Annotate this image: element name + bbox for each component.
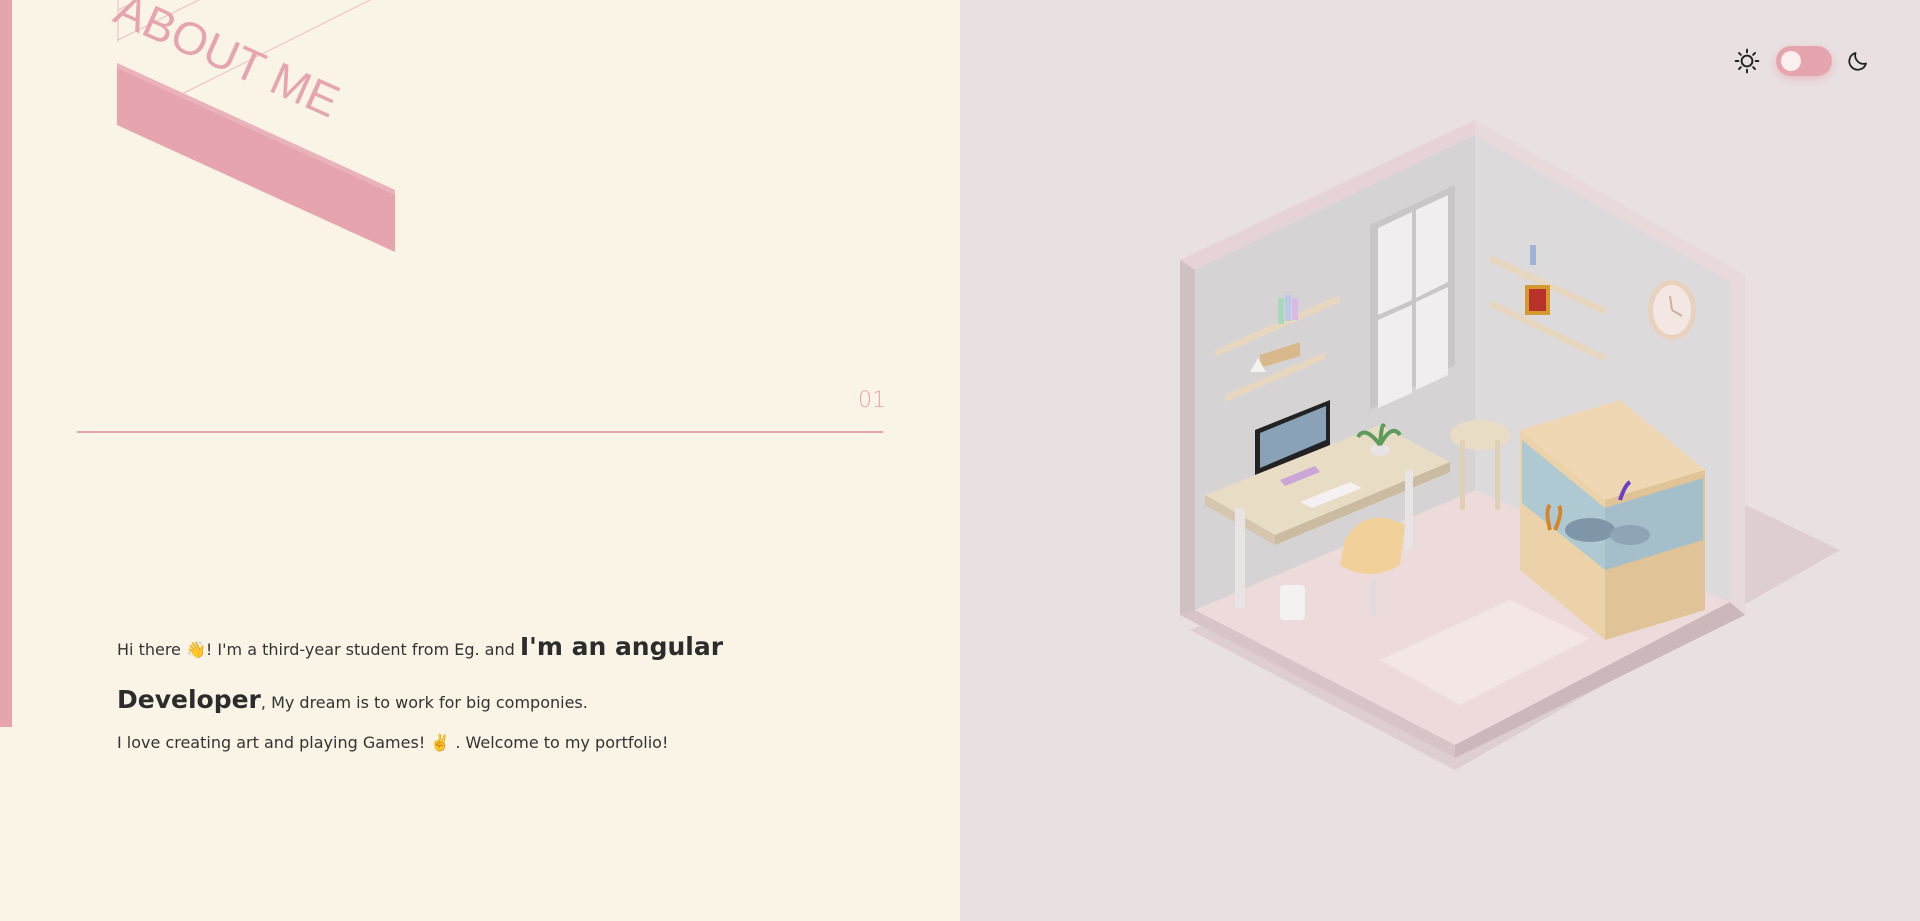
theme-switch[interactable] (1776, 46, 1832, 76)
intro-highlight-2: Developer (117, 685, 261, 714)
intro-line-2: I love creating art and playing Games! ✌… (117, 733, 669, 752)
about-heading-graphic: ABOUT ME (107, 0, 395, 252)
sun-icon[interactable] (1734, 48, 1760, 74)
theme-switch-knob (1781, 51, 1801, 71)
intro-text-2: , My dream is to work for big componies. (260, 693, 588, 712)
moon-icon[interactable] (1846, 49, 1870, 73)
section-divider (77, 431, 883, 433)
theme-toggle (1734, 46, 1874, 76)
section-number: 01 (858, 388, 886, 413)
intro-text: Hi there 👋! I'm a third-year student fro… (117, 640, 520, 659)
isometric-room-illustration (1180, 120, 1840, 770)
about-panel: ABOUT ME 01 Hi there 👋! I'm a third-year… (0, 0, 960, 921)
intro-paragraph: Hi there 👋! I'm a third-year student fro… (117, 622, 877, 728)
intro-highlight-1: I'm an angular (519, 632, 724, 661)
